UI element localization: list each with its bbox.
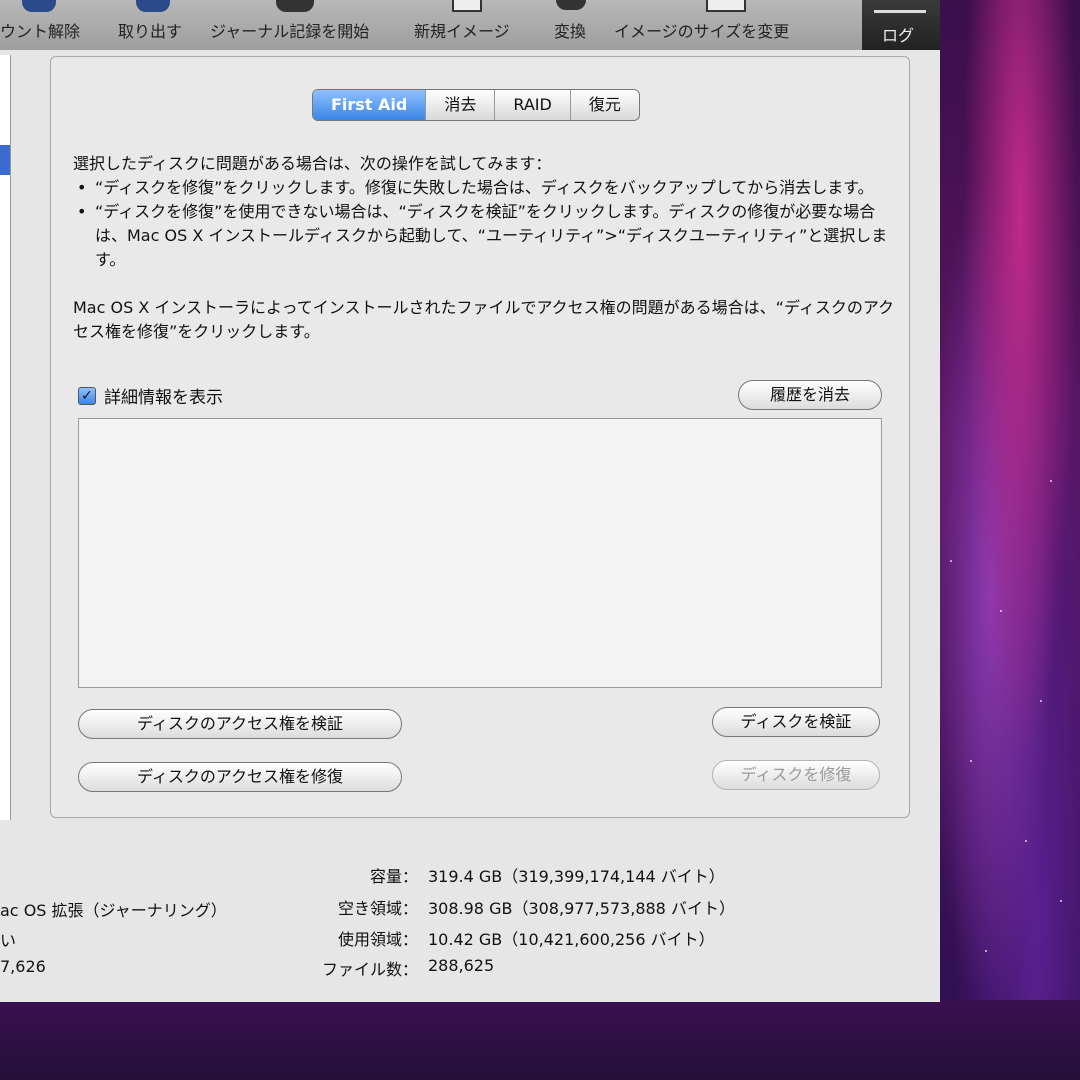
selected-disk-row[interactable] bbox=[0, 145, 10, 175]
checkbox-checked-icon[interactable]: ✓ bbox=[78, 386, 96, 405]
log-button[interactable]: ログ bbox=[862, 0, 940, 50]
file-count-label: ファイル数： bbox=[321, 960, 418, 979]
tab-first-aid[interactable]: First Aid bbox=[313, 90, 426, 120]
desktop-wallpaper bbox=[930, 0, 1080, 1080]
log-icon bbox=[874, 10, 926, 13]
unmount-icon[interactable] bbox=[22, 0, 56, 12]
window-toolbar: ウント解除 取り出す ジャーナル記録を開始 新規イメージ 変換 イメージのサイズ… bbox=[0, 0, 940, 51]
log-label: ログ bbox=[882, 26, 915, 45]
journal-icon[interactable] bbox=[276, 0, 314, 12]
instructions-bullet-verify: “ディスクを修復”を使用できない場合は、“ディスクを検証”をクリックします。ディ… bbox=[73, 200, 903, 272]
volume-info-line3: 7,626 bbox=[0, 957, 46, 976]
capacity-label: 容量： bbox=[369, 867, 418, 886]
toolbar-resize-image[interactable]: イメージのサイズを変更 bbox=[614, 18, 789, 42]
instructions-permissions: Mac OS X インストーラによってインストールされたファイルでアクセス権の問… bbox=[73, 298, 895, 341]
show-details-label: 詳細情報を表示 bbox=[104, 388, 223, 408]
disk-sidebar[interactable] bbox=[0, 55, 11, 820]
instructions-list: “ディスクを修復”をクリックします。修復に失敗した場合は、ディスクをバックアップ… bbox=[73, 176, 903, 272]
tab-restore[interactable]: 復元 bbox=[569, 90, 639, 120]
volume-format: ac OS 拡張（ジャーナリング） bbox=[0, 901, 227, 920]
verify-disk-button[interactable]: ディスクを検証 bbox=[712, 707, 880, 737]
verify-permissions-button[interactable]: ディスクのアクセス権を検証 bbox=[78, 709, 402, 739]
instructions-bullet-repair: “ディスクを修復”をクリックします。修復に失敗した場合は、ディスクをバックアップ… bbox=[73, 176, 903, 200]
used-space-label: 使用領域： bbox=[337, 930, 418, 949]
repair-disk-button[interactable]: ディスクを修復 bbox=[712, 760, 880, 790]
dock-area bbox=[0, 1000, 1080, 1080]
new-image-icon[interactable] bbox=[452, 0, 482, 12]
eject-icon[interactable] bbox=[136, 0, 170, 12]
toolbar-new-image[interactable]: 新規イメージ bbox=[414, 18, 510, 42]
used-space-value: 10.42 GB（10,421,600,256 バイト） bbox=[428, 930, 715, 949]
clear-history-button[interactable]: 履歴を消去 bbox=[738, 380, 882, 410]
volume-info-line2: い bbox=[0, 931, 17, 950]
first-aid-instructions: 選択したディスクに問題がある場合は、次の操作を試してみます： “ディスクを修復”… bbox=[73, 152, 903, 344]
toolbar-convert[interactable]: 変換 bbox=[554, 18, 586, 42]
file-count-value: 288,625 bbox=[428, 956, 495, 975]
tab-bar: First Aid 消去 RAID 復元 bbox=[312, 89, 640, 121]
capacity-value: 319.4 GB（319,399,174,144 バイト） bbox=[428, 867, 725, 886]
tab-raid[interactable]: RAID bbox=[494, 90, 569, 120]
instructions-intro: 選択したディスクに問題がある場合は、次の操作を試してみます： bbox=[73, 154, 552, 173]
toolbar-unmount[interactable]: ウント解除 bbox=[0, 18, 80, 42]
repair-permissions-button[interactable]: ディスクのアクセス権を修復 bbox=[78, 762, 402, 792]
details-log-area[interactable] bbox=[78, 418, 882, 688]
convert-icon[interactable] bbox=[556, 0, 586, 10]
resize-image-icon[interactable] bbox=[706, 0, 746, 12]
toolbar-eject[interactable]: 取り出す bbox=[118, 18, 182, 42]
show-details-checkbox[interactable]: ✓ 詳細情報を表示 bbox=[78, 383, 223, 408]
free-space-label: 空き領域： bbox=[337, 899, 418, 918]
tab-erase[interactable]: 消去 bbox=[425, 90, 494, 120]
toolbar-enable-journaling[interactable]: ジャーナル記録を開始 bbox=[210, 18, 369, 42]
free-space-value: 308.98 GB（308,977,573,888 バイト） bbox=[428, 899, 735, 918]
